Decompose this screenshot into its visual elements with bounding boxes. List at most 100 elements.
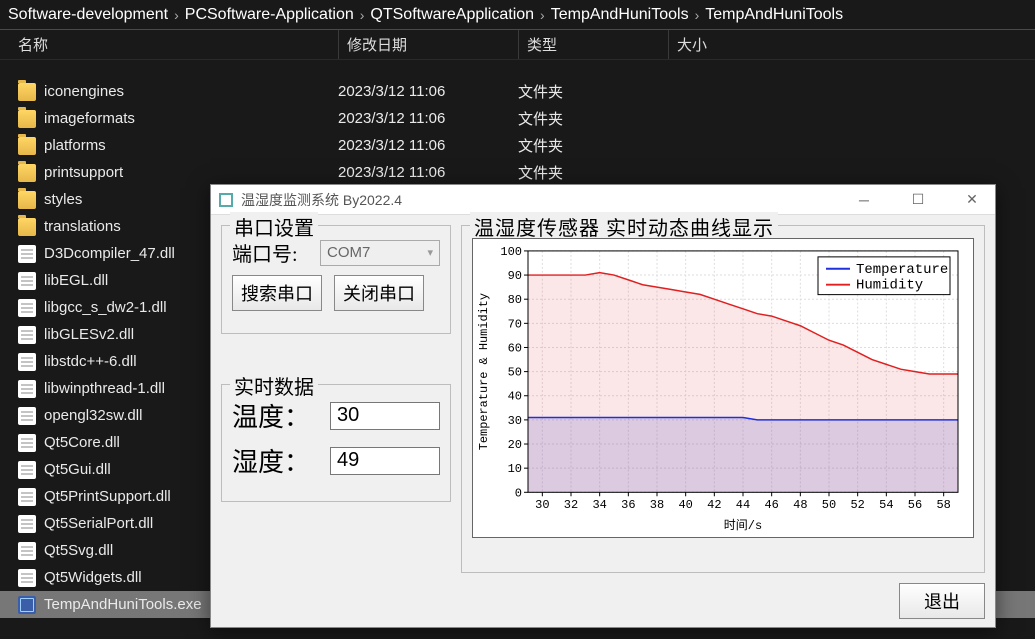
port-select[interactable]: COM7 [320,240,440,266]
file-row[interactable]: printsupport2023/3/12 11:06文件夹 [0,159,1035,186]
dll-icon [18,380,36,398]
chart-plot: 0102030405060708090100303234363840424446… [472,238,974,538]
minimize-button[interactable]: ─ [841,185,887,215]
svg-text:0: 0 [515,486,522,500]
svg-text:Temperature: Temperature [856,262,948,278]
file-date: 2023/3/12 11:06 [338,164,518,181]
svg-text:54: 54 [879,498,893,512]
dll-icon [18,515,36,533]
file-name: imageformats [44,110,338,127]
dll-icon [18,245,36,263]
dll-icon [18,353,36,371]
file-name: platforms [44,137,338,154]
svg-text:Temperature & Humidity: Temperature & Humidity [477,293,491,450]
svg-text:56: 56 [908,498,922,512]
svg-text:58: 58 [936,498,950,512]
humi-value-field[interactable]: 49 [330,447,440,475]
temp-label: 温度： [232,397,322,434]
dll-icon [18,326,36,344]
breadcrumb-item[interactable]: TempAndHuniTools [705,6,843,24]
qt-app-window: 温湿度监测系统 By2022.4 ─ ☐ ✕ 串口设置 端口号: COM7 搜索… [210,184,996,628]
data-group-label: 实时数据 [230,371,318,400]
folder-icon [18,191,36,209]
chevron-right-icon: › [540,7,545,23]
svg-text:38: 38 [650,498,664,512]
file-type: 文件夹 [518,81,666,102]
svg-text:50: 50 [822,498,836,512]
svg-text:50: 50 [508,366,522,380]
svg-text:60: 60 [508,341,522,355]
file-type: 文件夹 [518,135,666,156]
folder-icon [18,83,36,101]
file-date: 2023/3/12 11:06 [338,137,518,154]
chevron-right-icon: › [174,7,179,23]
svg-text:30: 30 [508,414,522,428]
column-headers: 名称 修改日期 类型 大小 [0,30,1035,60]
file-date: 2023/3/12 11:06 [338,83,518,100]
qt-titlebar[interactable]: 温湿度监测系统 By2022.4 ─ ☐ ✕ [211,185,995,215]
svg-text:30: 30 [535,498,549,512]
temp-value-field[interactable]: 30 [330,402,440,430]
realtime-data-group: 实时数据 温度： 30 湿度： 49 [221,384,451,502]
folder-icon [18,218,36,236]
svg-text:80: 80 [508,293,522,307]
svg-text:10: 10 [508,462,522,476]
svg-text:34: 34 [592,498,606,512]
file-row[interactable]: platforms2023/3/12 11:06文件夹 [0,132,1035,159]
file-name: printsupport [44,164,338,181]
qt-app-icon [219,193,233,207]
port-label: 端口号: [232,238,312,267]
chevron-right-icon: › [695,7,700,23]
svg-text:20: 20 [508,438,522,452]
folder-icon [18,137,36,155]
dll-icon [18,569,36,587]
breadcrumb-item[interactable]: PCSoftware-Application [185,6,354,24]
dll-icon [18,461,36,479]
close-port-button[interactable]: 关闭串口 [334,275,424,311]
serial-group-label: 串口设置 [230,212,318,241]
svg-text:40: 40 [508,390,522,404]
file-name: iconengines [44,83,338,100]
svg-text:Humidity: Humidity [856,278,923,294]
humi-label: 湿度： [232,442,322,479]
col-name[interactable]: 名称 [18,30,338,59]
breadcrumb-item[interactable]: TempAndHuniTools [551,6,689,24]
chart-group-label: 温湿度传感器 实时动态曲线显示 [470,212,778,241]
chart-group: 温湿度传感器 实时动态曲线显示 010203040506070809010030… [461,225,985,573]
file-type: 文件夹 [518,162,666,183]
dll-icon [18,407,36,425]
dll-icon [18,542,36,560]
dll-icon [18,299,36,317]
folder-icon [18,110,36,128]
file-row[interactable]: imageformats2023/3/12 11:06文件夹 [0,105,1035,132]
breadcrumb-item[interactable]: Software-development [8,6,168,24]
file-date: 2023/3/12 11:06 [338,110,518,127]
svg-text:90: 90 [508,269,522,283]
svg-text:32: 32 [564,498,578,512]
breadcrumb: Software-development › PCSoftware-Applicat… [0,0,1035,30]
col-size[interactable]: 大小 [668,30,788,59]
svg-text:42: 42 [707,498,721,512]
svg-text:70: 70 [508,317,522,331]
col-type[interactable]: 类型 [518,30,668,59]
svg-text:48: 48 [793,498,807,512]
col-date[interactable]: 修改日期 [338,30,518,59]
search-port-button[interactable]: 搜索串口 [232,275,322,311]
svg-text:时间/s: 时间/s [724,518,762,533]
file-type: 文件夹 [518,108,666,129]
svg-text:100: 100 [500,245,522,259]
chevron-right-icon: › [360,7,365,23]
file-row[interactable]: iconengines2023/3/12 11:06文件夹 [0,78,1035,105]
serial-settings-group: 串口设置 端口号: COM7 搜索串口 关闭串口 [221,225,451,334]
port-value: COM7 [327,244,370,261]
svg-text:52: 52 [850,498,864,512]
dll-icon [18,434,36,452]
maximize-button[interactable]: ☐ [895,185,941,215]
exit-button[interactable]: 退出 [899,583,985,619]
breadcrumb-item[interactable]: QTSoftwareApplication [370,6,534,24]
close-button[interactable]: ✕ [949,185,995,215]
svg-text:46: 46 [764,498,778,512]
dll-icon [18,272,36,290]
svg-text:36: 36 [621,498,635,512]
svg-text:44: 44 [736,498,750,512]
